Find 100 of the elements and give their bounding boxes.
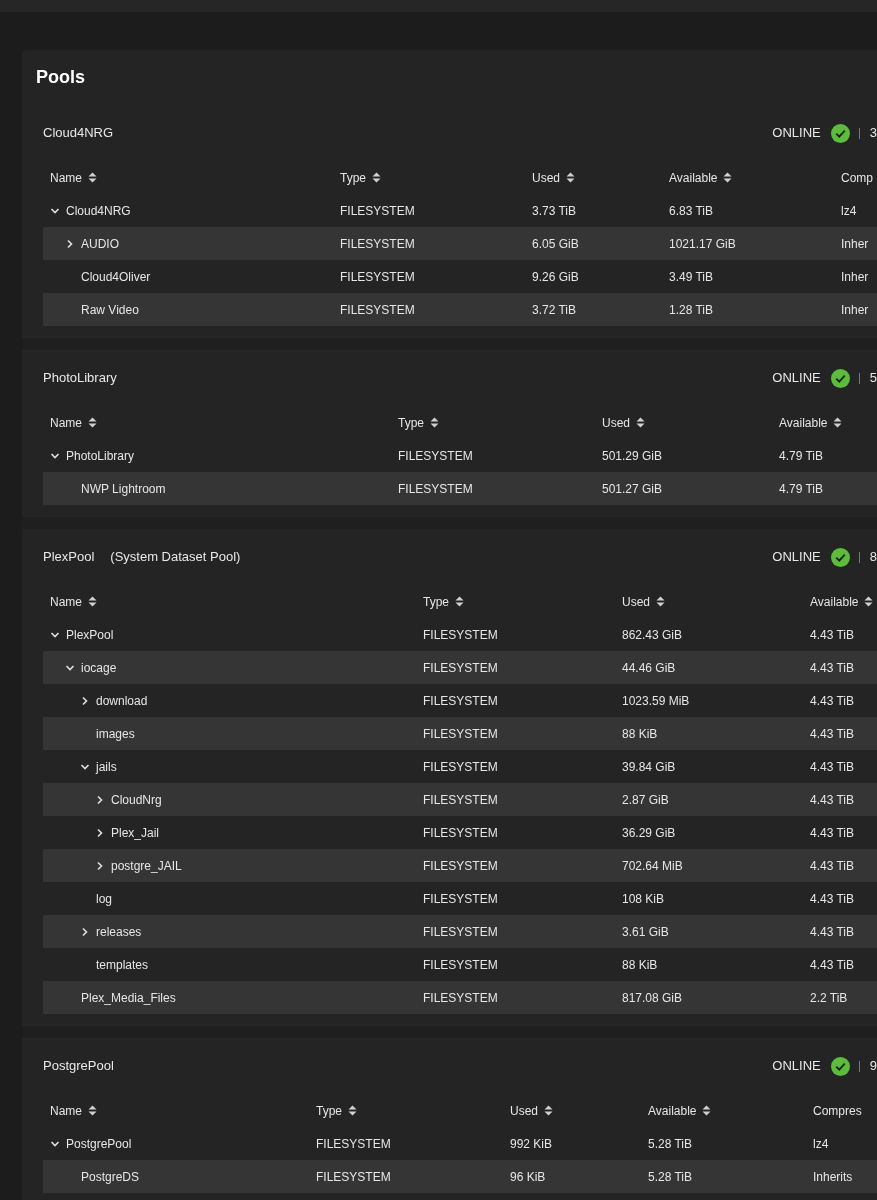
table-cell: lz4 xyxy=(813,1136,829,1151)
table-cell: 3.49 TiB xyxy=(669,269,714,284)
pool-summary: 3 xyxy=(869,124,877,143)
table-cell: 44.46 GiB xyxy=(622,660,676,675)
table-cell: 2.2 TiB xyxy=(810,990,848,1005)
caret-icon[interactable] xyxy=(80,695,90,706)
column-header[interactable]: Type xyxy=(398,413,424,432)
table-cell: 88 KiB xyxy=(622,726,658,741)
dataset-name: log xyxy=(96,890,112,908)
pool-status: ONLINE xyxy=(772,369,821,388)
dataset-name: Raw Video xyxy=(81,301,139,319)
table-cell: FILESYSTEM xyxy=(340,203,415,218)
dataset-name: Cloud4Oliver xyxy=(81,268,151,286)
sort-icon xyxy=(833,417,843,428)
sort-icon xyxy=(88,417,97,428)
table-cell: lz4 xyxy=(841,203,857,218)
pool-summary: 8 xyxy=(869,548,877,567)
caret-icon[interactable] xyxy=(95,860,105,871)
table-cell: FILESYSTEM xyxy=(423,891,498,906)
table-cell: 36.29 GiB xyxy=(622,825,676,840)
table-cell: 501.27 GiB xyxy=(602,481,663,496)
table-cell: FILESYSTEM xyxy=(423,990,498,1005)
column-header[interactable]: Compres xyxy=(813,1101,862,1120)
table-cell: FILESYSTEM xyxy=(423,627,498,642)
sort-icon xyxy=(88,172,97,183)
table-cell: 4.43 TiB xyxy=(810,726,855,741)
table-cell: FILESYSTEM xyxy=(423,759,498,774)
table-cell: 4.43 TiB xyxy=(810,693,855,708)
table-cell: 4.43 TiB xyxy=(810,891,855,906)
column-header[interactable]: Available xyxy=(810,592,859,611)
pool-name: PlexPool xyxy=(43,548,95,567)
pool-name: Cloud4NRG xyxy=(43,124,114,143)
column-header[interactable]: Type xyxy=(340,168,366,187)
pool-status: ONLINE xyxy=(772,548,821,567)
column-header[interactable]: Available xyxy=(648,1101,697,1120)
dataset-name: PostgreDS xyxy=(81,1168,140,1186)
table-cell: 702.64 MiB xyxy=(622,858,683,873)
table-cell: 3.61 GiB xyxy=(622,924,669,939)
table-cell: FILESYSTEM xyxy=(316,1136,391,1151)
table-cell: 3.72 TiB xyxy=(532,302,577,317)
dataset-name: PlexPool xyxy=(66,626,114,644)
table-cell: 862.43 GiB xyxy=(622,627,683,642)
sort-icon xyxy=(88,596,97,607)
caret-icon[interactable] xyxy=(95,827,105,838)
table-cell: 4.79 TiB xyxy=(779,448,824,463)
caret-icon[interactable] xyxy=(65,238,75,249)
column-header[interactable]: Name xyxy=(50,592,82,611)
sort-icon xyxy=(702,1105,712,1116)
table-cell: FILESYSTEM xyxy=(340,236,415,251)
dataset-name: templates xyxy=(96,956,149,974)
caret-icon[interactable] xyxy=(95,794,105,805)
table-cell: Inher xyxy=(841,236,869,251)
column-header[interactable]: Type xyxy=(316,1101,342,1120)
table-cell: 4.43 TiB xyxy=(810,825,855,840)
table-cell: 88 KiB xyxy=(622,957,658,972)
dataset-name: jails xyxy=(96,758,117,776)
column-header[interactable]: Type xyxy=(423,592,449,611)
table-cell: FILESYSTEM xyxy=(423,924,498,939)
table-cell: FILESYSTEM xyxy=(423,660,498,675)
table-cell: 3.73 TiB xyxy=(532,203,577,218)
table-cell: FILESYSTEM xyxy=(423,693,498,708)
table-cell: FILESYSTEM xyxy=(398,448,473,463)
column-header[interactable]: Available xyxy=(779,413,828,432)
dataset-name: Cloud4NRG xyxy=(66,202,131,220)
pool-status: ONLINE xyxy=(772,1057,821,1076)
sort-icon xyxy=(455,596,464,607)
column-header[interactable]: Used xyxy=(510,1101,538,1120)
column-header[interactable]: Name xyxy=(50,1101,82,1120)
sort-icon xyxy=(864,596,874,607)
table-cell: 6.05 GiB xyxy=(532,236,579,251)
table-cell: FILESYSTEM xyxy=(340,269,415,284)
table-cell: FILESYSTEM xyxy=(340,302,415,317)
table-cell: FILESYSTEM xyxy=(398,481,473,496)
column-header[interactable]: Name xyxy=(50,413,82,432)
pool-note: (System Dataset Pool) xyxy=(110,548,241,567)
pool-status: ONLINE xyxy=(772,124,821,143)
dataset-name: postgre_JAIL xyxy=(111,857,182,875)
table-cell: Inherits xyxy=(813,1169,853,1184)
sort-icon xyxy=(372,172,381,183)
table-cell: 6.83 TiB xyxy=(669,203,714,218)
sort-icon xyxy=(430,417,439,428)
table-cell: 5.28 TiB xyxy=(648,1169,693,1184)
column-header[interactable]: Used xyxy=(532,168,560,187)
table-cell: 96 KiB xyxy=(510,1169,546,1184)
column-header[interactable]: Used xyxy=(602,413,630,432)
dataset-name: iocage xyxy=(81,659,117,677)
dataset-name: download xyxy=(96,692,148,710)
dataset-name: releases xyxy=(96,923,142,941)
column-header[interactable]: Available xyxy=(669,168,718,187)
sort-icon xyxy=(348,1105,357,1116)
caret-icon[interactable] xyxy=(80,926,90,937)
table-cell: FILESYSTEM xyxy=(423,858,498,873)
pool-name: PostgrePool xyxy=(43,1057,114,1076)
column-header[interactable]: Used xyxy=(622,592,650,611)
column-header[interactable]: Comp xyxy=(841,168,873,187)
dataset-name: images xyxy=(96,725,135,743)
column-header[interactable]: Name xyxy=(50,168,82,187)
table-cell: 5.28 TiB xyxy=(648,1136,693,1151)
dataset-name: Plex_Media_Files xyxy=(81,989,176,1007)
sort-icon xyxy=(636,417,645,428)
